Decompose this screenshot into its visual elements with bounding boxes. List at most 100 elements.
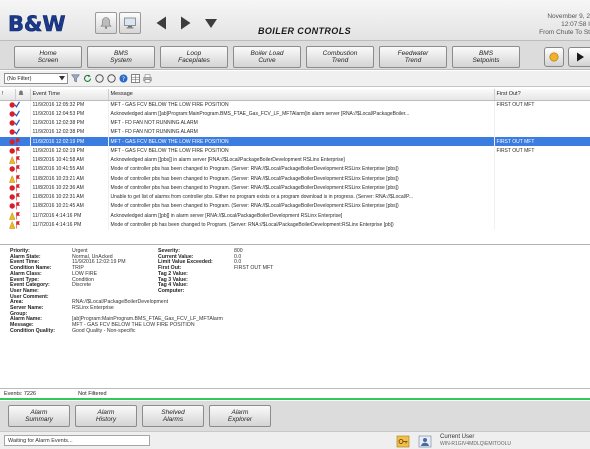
detail-value: Discrete bbox=[72, 282, 92, 289]
date-line: November 9, 2 bbox=[547, 13, 590, 20]
user-icon bbox=[418, 435, 432, 447]
columns-button[interactable] bbox=[130, 74, 140, 84]
event-time-cell: 11/8/2016 10:21:45 AM bbox=[30, 201, 109, 211]
event-time-cell: 11/9/2016 12:04:53 PM bbox=[30, 109, 109, 119]
stop-button[interactable] bbox=[94, 74, 104, 84]
app-title: BOILER CONTROLS bbox=[258, 26, 351, 36]
event-time-cell: 11/9/2016 12:02:19 PM bbox=[30, 146, 109, 156]
table-row[interactable]: 11/8/2016 10:41:58 AM Acknowledged alarm … bbox=[0, 155, 590, 165]
alarm-table[interactable]: ! Event Time Message First Out? 11/9/201… bbox=[0, 89, 590, 245]
first-out-cell bbox=[494, 118, 590, 128]
acked-alarm-icon bbox=[0, 127, 31, 137]
column-header-state[interactable] bbox=[15, 89, 31, 101]
footer: Waiting for Alarm Events... Current User… bbox=[0, 431, 590, 449]
table-row[interactable]: 11/9/2016 12:02:38 PM MFT - FD FAN NOT RU… bbox=[0, 118, 590, 128]
filter-select[interactable]: (No Filter) bbox=[4, 73, 68, 84]
detail-label: Computer: bbox=[158, 287, 185, 294]
column-header-first-out[interactable]: First Out? bbox=[494, 89, 590, 101]
table-row[interactable]: 11/9/2016 12:02:19 PM MFT - GAS FCV BELOW… bbox=[0, 146, 590, 156]
filter-value: (No Filter) bbox=[7, 75, 32, 82]
warning-icon bbox=[0, 155, 31, 165]
table-header-row: ! Event Time Message First Out? bbox=[0, 89, 590, 101]
logo-text: B&W bbox=[8, 12, 65, 36]
svg-text:?: ? bbox=[121, 76, 124, 83]
filter-button[interactable] bbox=[70, 74, 80, 84]
event-time-cell: 11/7/2016 4:14:16 PM bbox=[30, 220, 109, 230]
table-row[interactable]: 11/8/2016 10:22:31 AM Unable to get list … bbox=[0, 192, 590, 202]
table-row[interactable]: 11/8/2016 10:41:55 AM Mode of controller … bbox=[0, 164, 590, 174]
first-out-cell bbox=[494, 220, 590, 230]
nav-feedwater-trend[interactable]: Feedwater Trend bbox=[379, 46, 447, 68]
event-time-cell: 11/8/2016 10:41:58 AM bbox=[30, 155, 109, 165]
login-button[interactable] bbox=[395, 434, 411, 448]
table-row[interactable]: 11/9/2016 12:02:38 PM MFT - FD FAN NOT RU… bbox=[0, 127, 590, 137]
table-row[interactable]: 11/8/2016 10:21:45 AM Mode of controller … bbox=[0, 201, 590, 211]
table-row[interactable]: 11/9/2016 12:05:32 PM MFT - GAS FCV BELOW… bbox=[0, 100, 590, 110]
table-row[interactable]: 11/8/2016 10:22:36 AM Mode of controller … bbox=[0, 183, 590, 193]
print-button[interactable] bbox=[142, 74, 152, 84]
tab-alarm-summary[interactable]: Alarm Summary bbox=[8, 405, 70, 427]
refresh-button[interactable] bbox=[82, 74, 92, 84]
play-button[interactable] bbox=[568, 47, 590, 67]
table-row[interactable]: 11/8/2016 10:23:21 AM Mode of controller … bbox=[0, 174, 590, 184]
nav-loop-faceplates[interactable]: Loop Faceplates bbox=[160, 46, 228, 68]
table-row[interactable]: 11/9/2016 12:02:19 PM MFT - GAS FCV BELOW… bbox=[0, 137, 590, 147]
key-icon bbox=[396, 435, 410, 447]
help-icon: ? bbox=[119, 74, 127, 83]
column-header-message[interactable]: Message bbox=[108, 89, 495, 101]
message-cell: Mode of controller pbs has been changed … bbox=[108, 183, 495, 193]
first-out-cell bbox=[494, 155, 590, 165]
alarm-bell-button[interactable] bbox=[95, 12, 117, 34]
column-header-priority[interactable]: ! bbox=[0, 89, 16, 101]
message-cell: Mode of controller pbs has been changed … bbox=[108, 164, 495, 174]
settings-button[interactable] bbox=[106, 74, 116, 84]
nav-combustion-trend[interactable]: Combustion Trend bbox=[306, 46, 374, 68]
forward-button[interactable] bbox=[175, 12, 197, 34]
play-icon bbox=[576, 52, 584, 62]
tab-alarm-history[interactable]: Alarm History bbox=[75, 405, 137, 427]
column-header-event-time[interactable]: Event Time bbox=[30, 89, 109, 101]
alarm-details-pane: Priority: Urgent Alarm State: Normal, UnAck… bbox=[0, 246, 590, 386]
warning-icon bbox=[0, 174, 31, 184]
table-row[interactable]: 11/7/2016 4:14:16 PM Mode of controller p… bbox=[0, 220, 590, 230]
clock: November 9, 2 12:07:58 I From Chute To S… bbox=[539, 13, 590, 37]
nav-boiler-load-curve[interactable]: Boiler Load Curve bbox=[233, 46, 301, 68]
time-line: 12:07:58 I bbox=[561, 21, 590, 28]
event-time-cell: 11/9/2016 12:02:38 PM bbox=[30, 127, 109, 137]
event-time-cell: 11/8/2016 10:23:21 AM bbox=[30, 174, 109, 184]
current-user-name: WIN-R1GIV4MDLQ\EMITOOLU bbox=[440, 441, 512, 447]
record-button[interactable] bbox=[544, 47, 564, 67]
message-cell: Acknowledged alarm [[pbs]] in alarm serv… bbox=[108, 155, 495, 165]
active-alarm-icon bbox=[0, 137, 31, 147]
stop-icon bbox=[94, 74, 104, 83]
message-cell: MFT - GAS FCV BELOW THE LOW FIRE POSITIO… bbox=[108, 137, 495, 147]
grid-icon bbox=[130, 74, 140, 83]
warning-icon bbox=[0, 220, 31, 230]
table-row[interactable]: 11/7/2016 4:14:16 PM Acknowledged alarm [… bbox=[0, 211, 590, 221]
alarm-toolbar: (No Filter) ? bbox=[0, 71, 590, 87]
event-time-cell: 11/8/2016 10:22:31 AM bbox=[30, 192, 109, 202]
acked-alarm-icon bbox=[0, 109, 31, 119]
tab-alarm-explorer[interactable]: Alarm Explorer bbox=[209, 405, 271, 427]
first-out-cell bbox=[494, 109, 590, 119]
help-button[interactable]: ? bbox=[118, 74, 128, 84]
first-out-cell: FIRST OUT MFT bbox=[494, 100, 590, 110]
event-time-cell: 11/9/2016 12:02:38 PM bbox=[30, 118, 109, 128]
active-alarm-icon bbox=[0, 146, 31, 156]
active-alarm-icon bbox=[0, 164, 31, 174]
nav-bms-setpoints[interactable]: BMS Setpoints bbox=[452, 46, 520, 68]
display-menu-button[interactable] bbox=[200, 12, 222, 34]
filter-status: Not Filtered bbox=[78, 390, 107, 397]
detail-value: Good Quality - Non-specific bbox=[72, 327, 136, 334]
tab-shelved-alarms[interactable]: Shelved Alarms bbox=[142, 405, 204, 427]
alarm-bell-icon bbox=[100, 17, 112, 29]
nav-bms-system[interactable]: BMS System bbox=[87, 46, 155, 68]
back-button[interactable] bbox=[150, 12, 172, 34]
table-row[interactable]: 11/9/2016 12:04:53 PM Acknowledged alarm … bbox=[0, 109, 590, 119]
screen-button[interactable] bbox=[119, 12, 141, 34]
event-time-cell: 11/9/2016 12:05:32 PM bbox=[30, 100, 109, 110]
nav-home-screen[interactable]: Home Screen bbox=[14, 46, 82, 68]
logout-button[interactable] bbox=[417, 434, 433, 448]
message-cell: Unable to get list of alarms from contro… bbox=[108, 192, 495, 202]
first-out-cell bbox=[494, 192, 590, 202]
